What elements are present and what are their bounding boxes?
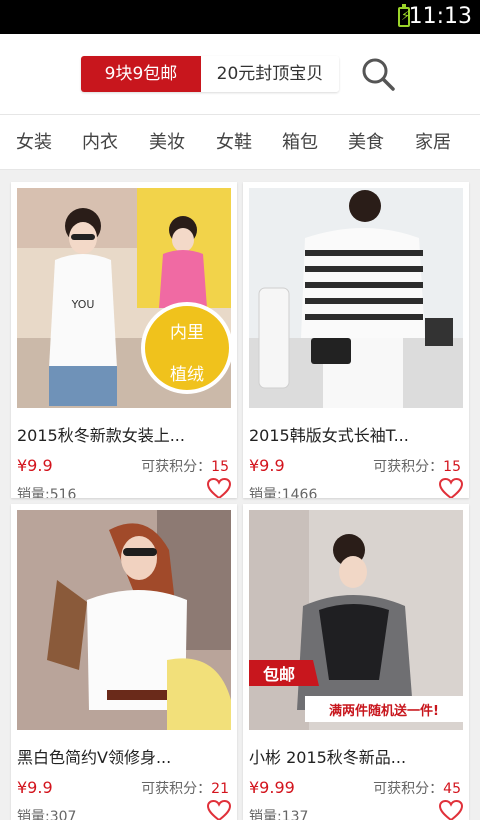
search-icon[interactable]: [360, 56, 396, 92]
points-value: 15: [443, 459, 461, 475]
tab-20-yuan-cap[interactable]: 20元封顶宝贝: [201, 56, 339, 92]
product-title[interactable]: 黑白色简约V领修身...: [17, 744, 231, 768]
product-image[interactable]: YOU 内里 植绒: [17, 188, 231, 408]
image-caption: 内里: [170, 323, 204, 343]
favorite-heart-icon[interactable]: [439, 800, 463, 820]
product-sales: 销量:137: [249, 809, 309, 820]
points-value: 21: [211, 781, 229, 797]
price-filter-toggle: 9块9包邮 20元封顶宝贝: [81, 56, 339, 92]
image-caption: 植绒: [170, 365, 204, 385]
category-tab[interactable]: 女装: [16, 115, 52, 171]
image-badge: 包邮: [263, 665, 295, 684]
category-tab[interactable]: 女鞋: [216, 115, 252, 171]
status-bar: ⚡ 11:13: [0, 0, 480, 34]
favorite-heart-icon[interactable]: [207, 478, 231, 498]
product-title[interactable]: 小彬 2015秋冬新品...: [249, 744, 463, 768]
product-card[interactable]: 包邮 满两件随机送一件! 小彬 2015秋冬新品... ¥9.99 可获积分：4…: [243, 504, 469, 820]
product-title[interactable]: 2015韩版女式长袖T...: [249, 422, 463, 446]
product-card[interactable]: 2015韩版女式长袖T... ¥9.9 可获积分：15 销量:1466: [243, 182, 469, 498]
points-label: 可获积分：: [373, 781, 444, 797]
header: 9块9包邮 20元封顶宝贝: [0, 34, 480, 114]
product-price: ¥9.9: [17, 456, 53, 475]
points-value: 15: [211, 459, 229, 475]
category-tab[interactable]: 美妆: [149, 115, 185, 171]
product-image[interactable]: [17, 510, 231, 730]
product-points: 可获积分：15: [141, 456, 229, 476]
category-tab[interactable]: 箱包: [282, 115, 318, 171]
category-bar: 女装 内衣 美妆 女鞋 箱包 美食 家居: [0, 114, 480, 170]
product-image[interactable]: [249, 188, 463, 408]
product-card[interactable]: 黑白色简约V领修身... ¥9.9 可获积分：21 销量:307: [11, 504, 237, 820]
category-tab[interactable]: 内衣: [82, 115, 118, 171]
product-points: 可获积分：15: [373, 456, 461, 476]
favorite-heart-icon[interactable]: [207, 800, 231, 820]
tab-9-9-free-shipping[interactable]: 9块9包邮: [81, 56, 201, 92]
product-grid: YOU 内里 植绒 2015秋冬新款女装上... ¥9.9 可获积分：15 销量…: [0, 170, 480, 820]
product-sales: 销量:307: [17, 809, 77, 820]
points-label: 可获积分：: [141, 459, 212, 475]
status-time: 11:13: [408, 4, 472, 29]
product-price: ¥9.9: [17, 778, 53, 797]
points-label: 可获积分：: [141, 781, 212, 797]
product-points: 可获积分：21: [141, 778, 229, 798]
favorite-heart-icon[interactable]: [439, 478, 463, 498]
svg-text:YOU: YOU: [71, 298, 95, 311]
category-tab[interactable]: 美食: [348, 115, 384, 171]
product-price: ¥9.99: [249, 778, 295, 797]
product-points: 可获积分：45: [373, 778, 461, 798]
product-title[interactable]: 2015秋冬新款女装上...: [17, 422, 231, 446]
points-value: 45: [443, 781, 461, 797]
points-label: 可获积分：: [373, 459, 444, 475]
product-card[interactable]: YOU 内里 植绒 2015秋冬新款女装上... ¥9.9 可获积分：15 销量…: [11, 182, 237, 498]
product-price: ¥9.9: [249, 456, 285, 475]
product-sales: 销量:1466: [249, 487, 318, 498]
product-sales: 销量:516: [17, 487, 77, 498]
product-image[interactable]: 包邮 满两件随机送一件!: [249, 510, 463, 730]
category-tab[interactable]: 家居: [415, 115, 451, 171]
image-banner: 满两件随机送一件!: [329, 703, 439, 719]
